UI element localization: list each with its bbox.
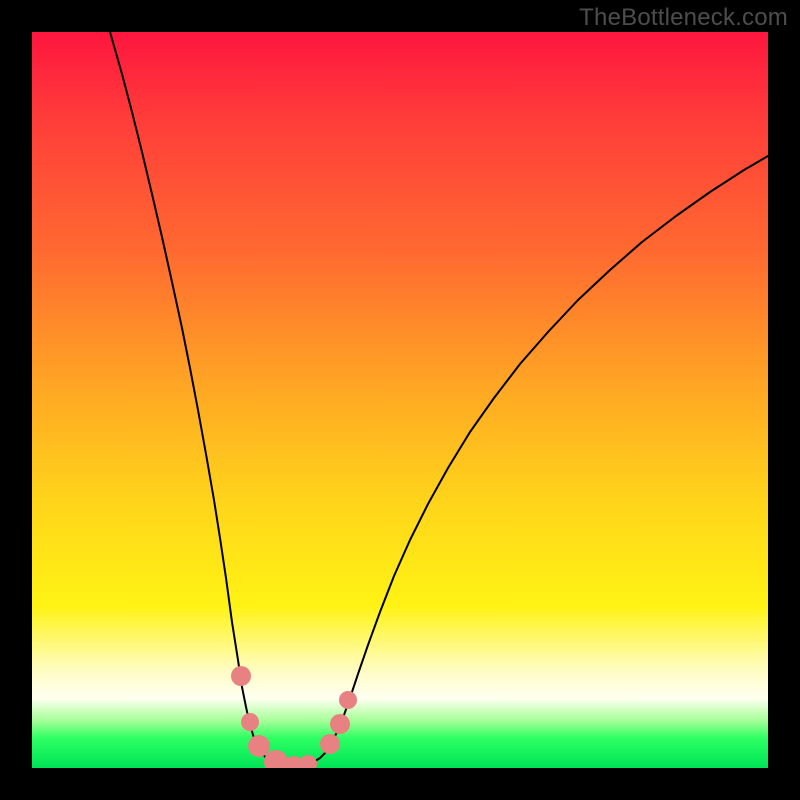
markers-group (231, 666, 357, 768)
plot-area (32, 32, 768, 768)
chart-frame: TheBottleneck.com (0, 0, 800, 800)
marker-bead (339, 691, 357, 709)
marker-bead (330, 714, 350, 734)
marker-bead (248, 735, 270, 757)
marker-bead (231, 666, 251, 686)
bottleneck-curve (110, 32, 768, 767)
marker-bead (320, 734, 340, 754)
marker-bead (241, 713, 259, 731)
watermark-text: TheBottleneck.com (579, 4, 788, 32)
curve-svg (32, 32, 768, 768)
marker-bead (299, 755, 317, 768)
